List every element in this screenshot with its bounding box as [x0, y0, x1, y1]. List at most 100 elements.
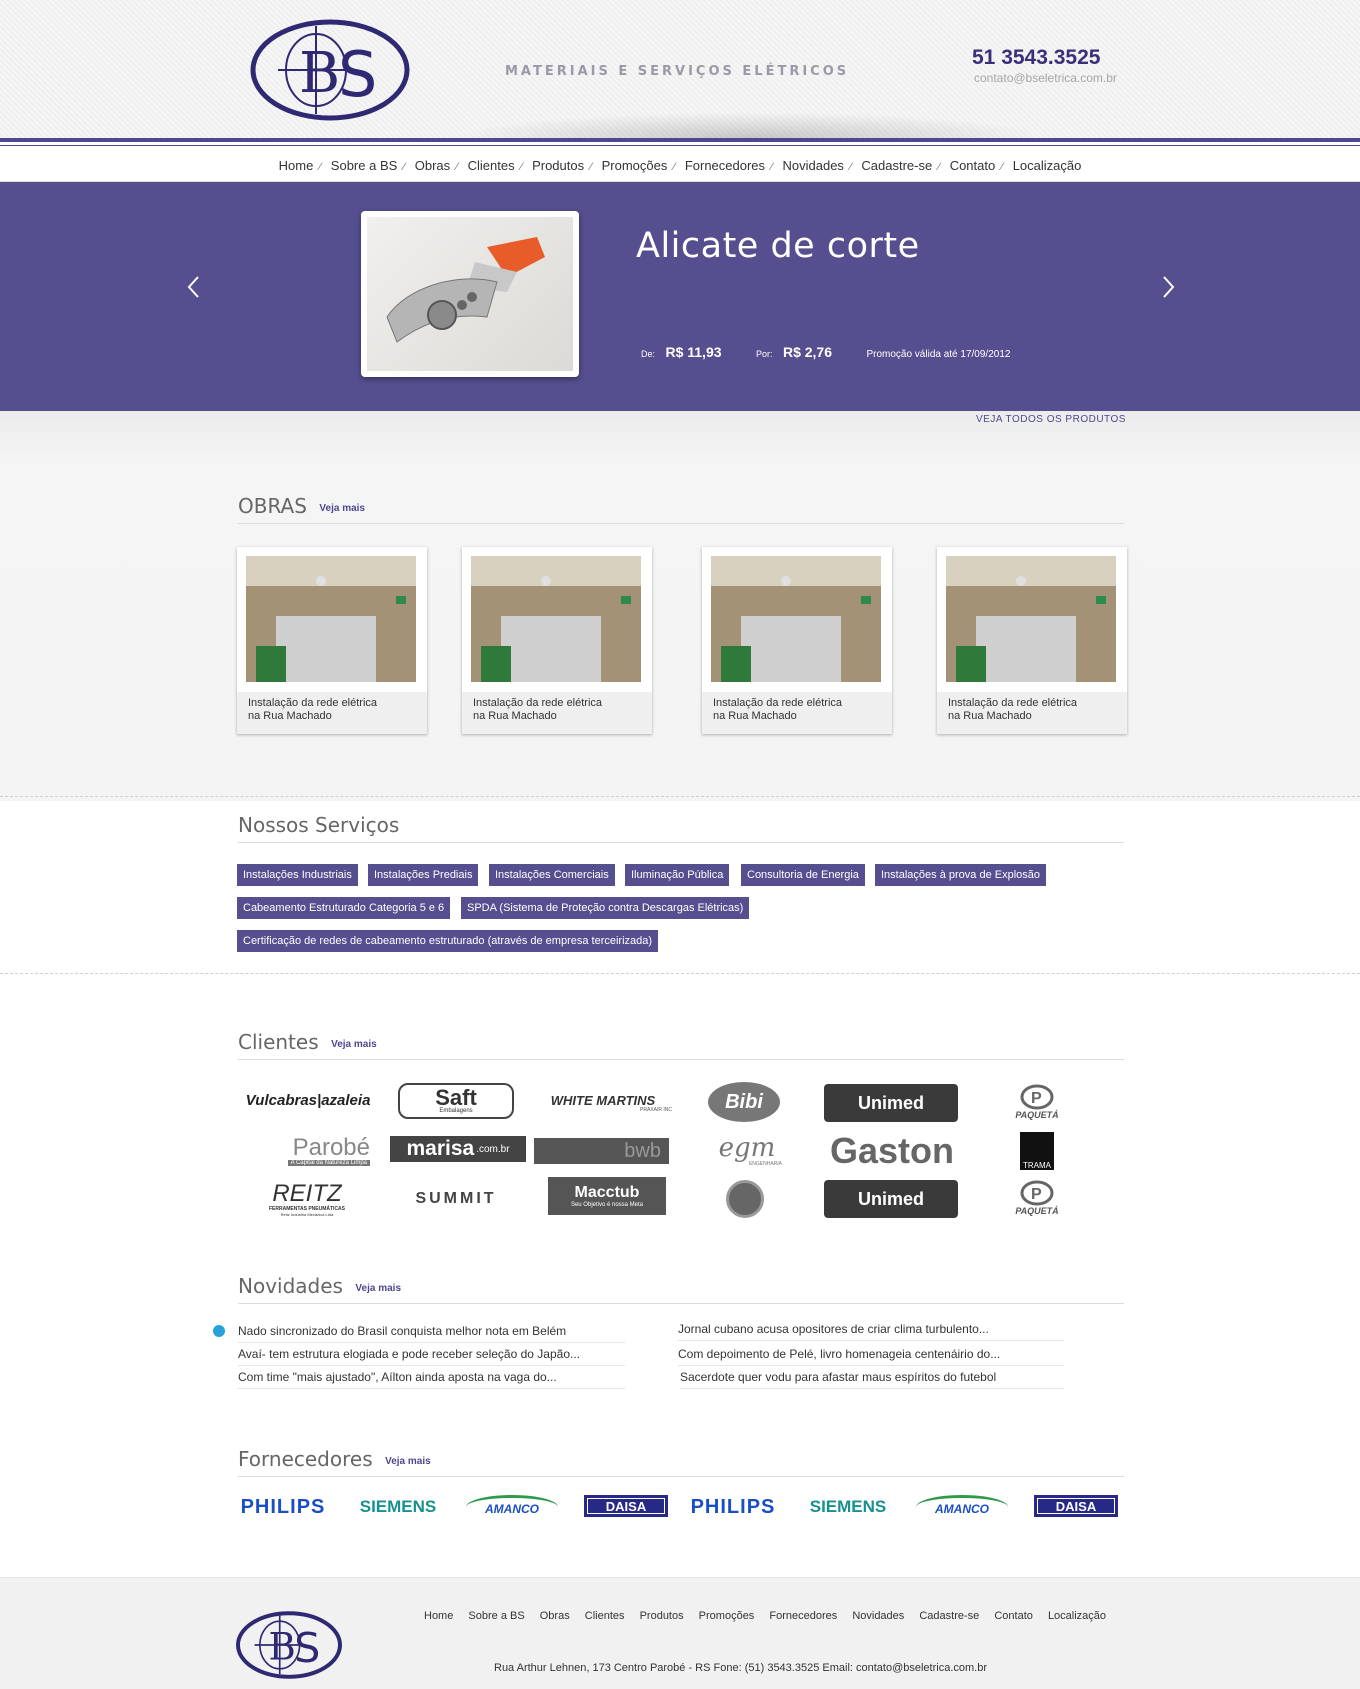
service-tag[interactable]: Instalações Industriais: [237, 864, 358, 886]
client-logo-white-martins[interactable]: WHITE MARTINS PRAXAIR INC: [534, 1092, 672, 1114]
service-tag[interactable]: Instalações à prova de Explosão: [875, 864, 1046, 886]
footer-nav-home[interactable]: Home: [424, 1610, 453, 1622]
footer-nav-obras[interactable]: Obras: [540, 1610, 570, 1622]
client-logo-bwb[interactable]: bwb: [534, 1138, 669, 1164]
footer-nav-promocoes[interactable]: Promoções: [699, 1610, 755, 1622]
obras-title: OBRAS: [238, 494, 307, 518]
footer-nav-contato[interactable]: Contato: [994, 1610, 1033, 1622]
client-logo-bibi[interactable]: Bibi: [708, 1082, 780, 1122]
obra-caption-line1: Instalação da rede elétrica: [473, 697, 603, 709]
bs-logo[interactable]: B S: [250, 18, 410, 122]
obras-more-link[interactable]: Veja mais: [319, 503, 365, 514]
service-tag[interactable]: SPDA (Sistema de Proteção contra Descarg…: [461, 897, 750, 919]
saft-sub: Embalagens: [439, 1108, 473, 1114]
clientes-more-link[interactable]: Veja mais: [331, 1039, 377, 1050]
nav-contato[interactable]: Contato: [947, 158, 999, 173]
nav-fornecedores[interactable]: Fornecedores: [682, 158, 768, 173]
footer-nav-cadastre[interactable]: Cadastre-se: [919, 1610, 979, 1622]
product-image[interactable]: [361, 211, 579, 377]
client-logo-paqueta[interactable]: P PAQUETÁ: [1003, 1082, 1071, 1122]
service-tag[interactable]: Certificação de redes de cabeamento estr…: [237, 930, 659, 952]
footer-nav-novidades[interactable]: Novidades: [852, 1610, 904, 1622]
obra-photo: [711, 556, 881, 682]
client-logo-paqueta[interactable]: P PAQUETÁ: [1003, 1178, 1071, 1218]
client-logo-saft[interactable]: Saft Embalagens: [398, 1083, 514, 1119]
main-nav: Home ⁄ Sobre a BS ⁄ Obras ⁄ Clientes ⁄ Produ…: [0, 158, 1360, 173]
client-logo-marisa[interactable]: marisa .com.br: [390, 1136, 526, 1162]
supplier-logo-philips[interactable]: PHILIPS: [688, 1495, 778, 1519]
header-shadow: [450, 112, 1050, 138]
novidades-more-link[interactable]: Veja mais: [355, 1283, 401, 1294]
nav-localizacao[interactable]: Localização: [1010, 158, 1085, 173]
footer-nav-clientes[interactable]: Clientes: [585, 1610, 625, 1622]
supplier-logo-siemens[interactable]: SIEMENS: [802, 1495, 894, 1519]
obra-caption-line1: Instalação da rede elétrica: [948, 697, 1078, 709]
footer-nav-localizacao[interactable]: Localização: [1048, 1610, 1106, 1622]
obra-card[interactable]: Instalação da rede elétrica na Rua Macha…: [462, 547, 652, 734]
nav-home[interactable]: Home: [276, 158, 317, 173]
client-logo-gaston[interactable]: Gaston: [822, 1130, 962, 1172]
fornecedores-more-link[interactable]: Veja mais: [385, 1456, 431, 1467]
footer-nav-produtos[interactable]: Produtos: [640, 1610, 684, 1622]
chevron-left-icon[interactable]: [184, 272, 204, 302]
pliers-image: [367, 217, 573, 371]
nav-separator: ⁄: [771, 161, 773, 173]
nav-obras[interactable]: Obras: [412, 158, 453, 173]
client-logo-parobe[interactable]: Parobé A Capital da Natureza Limpa: [240, 1134, 370, 1168]
obra-caption: Instalação da rede elétrica na Rua Macha…: [237, 692, 427, 734]
client-logo-macctub[interactable]: Macctub Seu Objetivo é nossa Meta: [548, 1177, 666, 1215]
obras-header: OBRAS Veja mais: [238, 494, 1124, 524]
obra-card[interactable]: Instalação da rede elétrica na Rua Macha…: [702, 547, 892, 734]
client-logo-trama[interactable]: TRAMA: [1020, 1132, 1054, 1170]
news-item[interactable]: Sacerdote quer vodu para afastar maus es…: [680, 1366, 1064, 1389]
client-logo-vulcabras[interactable]: Vulcabras|azaleia: [238, 1088, 378, 1112]
news-item[interactable]: Com time "mais ajustado", Aílton ainda a…: [238, 1366, 625, 1389]
footer-nav-sobre[interactable]: Sobre a BS: [468, 1610, 524, 1622]
service-tag[interactable]: Consultoria de Energia: [741, 864, 865, 886]
news-item[interactable]: Com depoimento de Pelé, livro homenageia…: [678, 1343, 1064, 1366]
supplier-logo-amanco[interactable]: AMANCO: [466, 1495, 558, 1519]
service-tag[interactable]: Cabeamento Estruturado Categoria 5 e 6: [237, 897, 451, 919]
nav-clientes[interactable]: Clientes: [465, 158, 518, 173]
supplier-logo-daisa[interactable]: DAISA: [584, 1495, 668, 1517]
footer-bs-logo[interactable]: B S: [236, 1610, 342, 1680]
see-all-products-link[interactable]: VEJA TODOS OS PRODUTOS: [976, 414, 1126, 425]
nav-promocoes[interactable]: Promoções: [599, 158, 671, 173]
fornecedores-header: Fornecedores Veja mais: [238, 1447, 1124, 1477]
client-logo-unimed[interactable]: Unimed: [824, 1180, 958, 1218]
news-item[interactable]: Avaí- tem estrutura elogiada e pode rece…: [238, 1343, 625, 1366]
supplier-logo-daisa[interactable]: DAISA: [1034, 1495, 1118, 1517]
main-nav-bar: Home ⁄ Sobre a BS ⁄ Obras ⁄ Clientes ⁄ Produ…: [0, 138, 1360, 182]
news-item[interactable]: Nado sincronizado do Brasil conquista me…: [238, 1320, 625, 1343]
reitz-sub2: Reitz Indústria Mecânica Ltda: [280, 1211, 334, 1217]
client-logo-reitz[interactable]: REITZ FERRAMENTAS PNEUMÁTICAS Reitz Indú…: [262, 1178, 352, 1220]
client-logo-summit[interactable]: SUMMIT: [398, 1188, 514, 1210]
promo-validity: Promoção válida até 17/09/2012: [866, 349, 1011, 360]
service-tag[interactable]: Instalações Comerciais: [489, 864, 615, 886]
nav-cadastre[interactable]: Cadastre-se: [858, 158, 935, 173]
footer: B S Home Sobre a BS Obras Clientes Produ…: [0, 1577, 1360, 1689]
supplier-logo-siemens[interactable]: SIEMENS: [352, 1495, 444, 1519]
service-tag[interactable]: Instalações Prediais: [368, 864, 479, 886]
obra-card[interactable]: Instalação da rede elétrica na Rua Macha…: [237, 547, 427, 734]
client-logo-round[interactable]: [726, 1180, 764, 1218]
footer-nav-fornecedores[interactable]: Fornecedores: [769, 1610, 837, 1622]
nav-sobre[interactable]: Sobre a BS: [328, 158, 401, 173]
section-divider: [0, 973, 1360, 974]
obra-caption: Instalação da rede elétrica na Rua Macha…: [937, 692, 1127, 734]
nav-separator: ⁄: [673, 161, 676, 173]
nav-produtos[interactable]: Produtos: [529, 158, 587, 173]
email-link[interactable]: contato@bseletrica.com.br: [974, 71, 1117, 85]
obra-caption-line2: na Rua Machado: [713, 710, 797, 722]
obra-card[interactable]: Instalação da rede elétrica na Rua Macha…: [937, 547, 1127, 734]
news-item[interactable]: Jornal cubano acusa opositores de criar …: [678, 1318, 1064, 1341]
supplier-logo-philips[interactable]: PHILIPS: [238, 1495, 328, 1519]
obras-background: [0, 411, 1360, 801]
client-logo-egm[interactable]: egm ENGENHARIA: [712, 1132, 782, 1170]
nav-novidades[interactable]: Novidades: [780, 158, 847, 173]
macctub-sub: Seu Objetivo é nossa Meta: [570, 1202, 644, 1208]
service-tag[interactable]: Iluminação Pública: [625, 864, 730, 886]
chevron-right-icon[interactable]: [1158, 272, 1178, 302]
supplier-logo-amanco[interactable]: AMANCO: [916, 1495, 1008, 1519]
client-logo-unimed[interactable]: Unimed: [824, 1084, 958, 1122]
